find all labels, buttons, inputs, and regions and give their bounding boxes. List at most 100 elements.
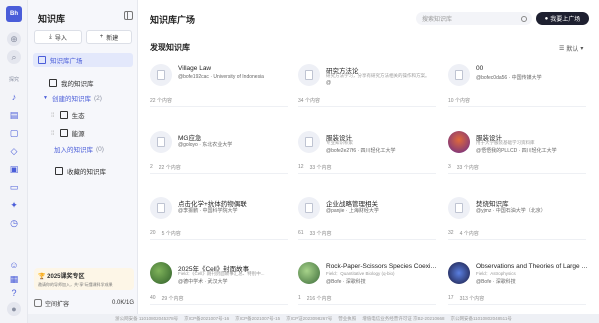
card-avatar: [448, 131, 470, 153]
sidebar-item-ecology[interactable]: ⁞⁞ 生态: [33, 108, 133, 122]
knowledge-card[interactable]: MG应急 @goloyo · 东北农业大学 2 22 个内容: [150, 131, 290, 174]
storage-value: 0.0K/1G: [111, 300, 134, 306]
help-icon[interactable]: ?: [7, 286, 21, 300]
footer-link[interactable]: 京公网安备11010802048511号: [450, 316, 511, 322]
card-view-count: 3: [448, 164, 451, 170]
chevron-down-icon: ▾: [580, 46, 584, 52]
card-divider: [448, 239, 586, 240]
promo-title: 🏆 2025课奖专区: [38, 271, 130, 280]
sidebar-item-label: 我的知识库: [61, 81, 94, 88]
sort-label: 默认: [566, 47, 579, 53]
knowledge-card[interactable]: Village Law @bofe192cac · University of I…: [150, 64, 290, 107]
book-icon[interactable]: ▤: [7, 108, 21, 122]
footer-link[interactable]: 营业执照: [338, 316, 356, 322]
footer-link[interactable]: 京ICP备2021007号-16: [184, 316, 229, 322]
footer-link[interactable]: 浙公网安备 11010802045378号: [115, 316, 178, 322]
sidebar-item-label: 加入的知识库: [54, 147, 93, 154]
footer-link[interactable]: 京ICP证2023098267号: [286, 316, 332, 322]
card-stats: 20 5 个内容: [150, 230, 181, 237]
grid-icon[interactable]: ▦: [7, 272, 21, 286]
sidebar-item-count: (0): [96, 145, 104, 153]
knowledge-card[interactable]: 企业战略管理相关 @panjie · 上海财经大学 61 33 个内容: [298, 197, 438, 240]
card-author: @李振鹏 · 中国科学院大学: [178, 208, 238, 214]
sidebar-item-label: 收藏的知识库: [67, 169, 106, 176]
card-content-count: 5 个内容: [161, 231, 181, 237]
collapse-sidebar-icon[interactable]: [124, 11, 133, 20]
history-icon[interactable]: ◷: [7, 216, 21, 230]
search-icon[interactable]: ⌕: [7, 50, 21, 64]
knowledge-card[interactable]: Rock-Paper-Scissors Species Coexistence.…: [298, 262, 438, 305]
new-button[interactable]: + 新建: [86, 30, 132, 44]
knowledge-card[interactable]: 焚烧知识库 @yjmz · 中国石油大学（北京） 32 4 个内容: [448, 197, 588, 240]
drag-handle-icon[interactable]: ⁞⁞: [51, 130, 55, 137]
folder-icon[interactable]: ▭: [7, 180, 21, 194]
card-stats: 22 个内容: [150, 97, 172, 104]
storage-label: 空间扩容: [45, 301, 70, 308]
nav-rail: Bh ⊕ ⌕ 探究 ♪ ▤ ▢ ◇ ▣ ▭ ✦ ◷ ☺ ▦ ? ●: [0, 0, 28, 323]
document-icon: [157, 70, 165, 80]
sidebar-item-created[interactable]: ▼ 创建的知识库 (2): [33, 91, 133, 105]
knowledge-card[interactable]: 点击化学+抗体药物偶联 @李振鹏 · 中国科学院大学 20 5 个内容: [150, 197, 290, 240]
card-avatar: [298, 64, 320, 86]
sidebar-item-square[interactable]: 知识库广场: [33, 53, 133, 67]
knowledge-card[interactable]: 服装设计 专业知识积累 @bofe2e27f6 · 四川轻化工大学 12 33 个内容: [298, 131, 438, 174]
sidebar-item-energy[interactable]: ⁞⁞ 能源: [33, 126, 133, 140]
publish-to-square-button[interactable]: ● 我要上广场: [536, 12, 589, 25]
card-description: 研究方法学习，分享有研究方法相关的操作和方案。: [326, 73, 430, 78]
card-divider: [448, 173, 586, 174]
card-stats: 3 33 个内容: [448, 164, 479, 171]
folder-icon: [59, 129, 68, 137]
document-icon: [455, 70, 463, 80]
sort-dropdown[interactable]: ☰ 默认 ▾: [559, 44, 583, 53]
card-author: @panjie · 上海财经大学: [326, 208, 379, 214]
knowledge-icon[interactable]: ▣: [7, 162, 21, 176]
document-icon[interactable]: ▢: [7, 126, 21, 140]
card-avatar: [150, 64, 172, 86]
chat-icon[interactable]: ◇: [7, 144, 21, 158]
card-author: @Bofe · 深歌科技: [476, 279, 516, 285]
document-icon: [157, 203, 165, 213]
sidebar-item-favorites[interactable]: 收藏的知识库: [33, 164, 133, 178]
storage-bar[interactable]: 空间扩容 0.0K/1G: [34, 297, 134, 309]
card-content-count: 4 个内容: [459, 231, 479, 237]
footer-link[interactable]: 京ICP备2021007号-15: [235, 316, 280, 322]
knowledge-card[interactable]: 2025年《Cell》封面故事 Field：《Cell》期刊封面故事汇总、特别中.…: [150, 262, 290, 305]
users-icon[interactable]: ☺: [7, 258, 21, 272]
knowledge-card[interactable]: Observations and Theories of Large Scal.…: [448, 262, 588, 305]
user-icon: ●: [544, 15, 549, 22]
card-stats: 17 313 个内容: [448, 295, 484, 302]
card-content-count: 22 个内容: [150, 98, 172, 104]
tools-icon[interactable]: ✦: [7, 198, 21, 212]
promo-title-text: 2025课奖专区: [47, 274, 85, 280]
knowledge-card[interactable]: 服装设计 用于大学服装基础学习资料库 @悟悟我的PLLCD · 四川轻化工大学 3 33…: [448, 131, 588, 174]
caret-down-icon: ▼: [43, 95, 48, 101]
card-author: @Bofe · 深歌科技: [326, 279, 366, 285]
sort-icon: ☰: [559, 46, 565, 52]
drag-handle-icon[interactable]: ⁞⁞: [51, 112, 55, 119]
knowledge-card[interactable]: 00 @bofec0da56 · 中国传媒大学 10 个内容: [448, 64, 588, 107]
bell-icon[interactable]: ♪: [7, 90, 21, 104]
new-label: 新建: [106, 35, 119, 42]
card-content-count: 33 个内容: [456, 165, 479, 171]
storage-icon: [34, 299, 42, 307]
sidebar-item-mine[interactable]: 我的知识库: [33, 76, 133, 90]
square-icon: [38, 56, 46, 64]
card-stats: 10 个内容: [448, 97, 470, 104]
document-icon: [305, 203, 313, 213]
import-button[interactable]: ⤓ 导入: [34, 30, 82, 44]
promo-banner[interactable]: 🏆 2025课奖专区 邀请你的导师加入，共“享”玩懂课科学成果: [34, 268, 134, 290]
knowledge-card[interactable]: 研究方法论 研究方法学习，分享有研究方法相关的操作和方案。 @34 个内容: [298, 64, 438, 107]
card-view-count: 12: [298, 164, 304, 170]
search-input[interactable]: 搜索知识库: [416, 12, 532, 25]
card-avatar: [150, 131, 172, 153]
card-description: 专业知识积累: [326, 140, 353, 145]
footer-link[interactable]: 增值电信业务经营许可证 京B2-20210668: [362, 316, 444, 322]
card-author: @bofe192cac · University of Indonesia: [178, 74, 264, 80]
card-divider: [298, 106, 436, 107]
sidebar-item-joined[interactable]: 加入的知识库 (0): [33, 142, 133, 156]
user-avatar[interactable]: ●: [7, 302, 21, 316]
search-icon: [521, 15, 527, 22]
explore-label: 探究: [8, 77, 19, 83]
add-icon[interactable]: ⊕: [7, 32, 21, 46]
app-logo[interactable]: Bh: [6, 6, 22, 22]
